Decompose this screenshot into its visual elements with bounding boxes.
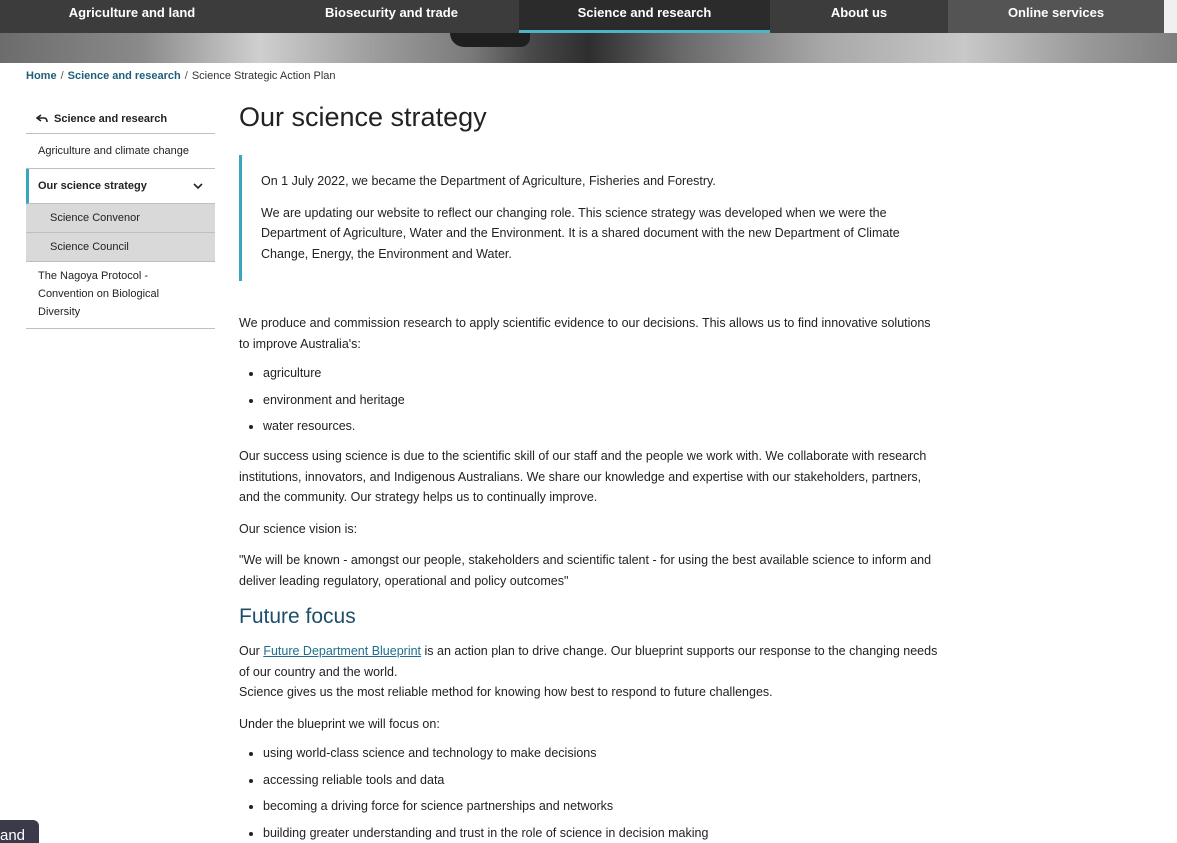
- success-paragraph: Our success using science is due to the …: [239, 449, 927, 504]
- intro-paragraph: We produce and commission research to ap…: [239, 316, 931, 351]
- sidebar-item-label: Our science strategy: [38, 180, 147, 192]
- sidebar-subitem-science-council[interactable]: Science Council: [26, 233, 215, 262]
- list-item: building greater understanding and trust…: [263, 825, 941, 842]
- notice-callout: On 1 July 2022, we became the Department…: [239, 155, 941, 281]
- section-heading-future-focus: Future focus: [239, 605, 356, 628]
- banner-soil-detail: [450, 33, 530, 47]
- breadcrumb: Home / Science and research / Science St…: [26, 70, 336, 82]
- nav-about-us[interactable]: About us: [770, 0, 948, 33]
- callout-text: We are updating our website to reflect o…: [261, 205, 900, 261]
- sidebar-navigation: Science and research Agriculture and cli…: [26, 104, 215, 329]
- back-arrow-icon: [36, 113, 48, 122]
- breadcrumb-separator: /: [60, 70, 64, 82]
- vision-quote: "We will be known - amongst our people, …: [239, 553, 932, 588]
- nav-online-services[interactable]: Online services: [948, 0, 1164, 33]
- floating-feedback-tab[interactable]: and: [0, 820, 39, 843]
- callout-text: On 1 July 2022, we became the Department…: [261, 174, 716, 188]
- nav-agriculture-and-land[interactable]: Agriculture and land: [0, 0, 264, 33]
- improve-list: agriculture environment and heritage wat…: [239, 365, 941, 435]
- list-item: water resources.: [263, 418, 941, 435]
- future-text-prefix: Our: [239, 644, 264, 658]
- scrollbar[interactable]: [1164, 0, 1177, 33]
- hero-banner-image: [0, 33, 1177, 63]
- focus-intro: Under the blueprint we will focus on:: [239, 716, 440, 731]
- list-item: environment and heritage: [263, 392, 941, 409]
- sidebar-back-link[interactable]: Science and research: [26, 104, 215, 134]
- sidebar-item-agriculture-climate-change[interactable]: Agriculture and climate change: [26, 134, 215, 169]
- breadcrumb-separator: /: [184, 70, 188, 82]
- future-department-blueprint-link[interactable]: Future Department Blueprint: [263, 644, 421, 658]
- sidebar-back-label: Science and research: [54, 112, 168, 125]
- sidebar-item-our-science-strategy[interactable]: Our science strategy: [26, 169, 215, 204]
- breadcrumb-home-link[interactable]: Home: [26, 70, 57, 82]
- breadcrumb-section-link[interactable]: Science and research: [68, 70, 181, 82]
- list-item: using world-class science and technology…: [263, 745, 941, 762]
- chevron-down-icon[interactable]: [193, 182, 203, 190]
- vision-intro: Our science vision is:: [239, 521, 358, 536]
- breadcrumb-current: Science Strategic Action Plan: [191, 70, 336, 82]
- sidebar-item-nagoya-protocol[interactable]: The Nagoya Protocol - Convention on Biol…: [26, 262, 215, 329]
- sidebar-subitem-science-convenor[interactable]: Science Convenor: [26, 204, 215, 233]
- nav-science-and-research[interactable]: Science and research: [519, 0, 770, 33]
- main-content: Our science strategy On 1 July 2022, we …: [239, 100, 941, 843]
- list-item: agriculture: [263, 365, 941, 382]
- list-item: accessing reliable tools and data: [263, 772, 941, 789]
- future-paragraph: Our Future Department Blueprint is an ac…: [239, 641, 941, 703]
- focus-list: using world-class science and technology…: [239, 745, 941, 842]
- top-navigation: Agriculture and land Biosecurity and tra…: [0, 0, 1164, 33]
- nav-biosecurity-and-trade[interactable]: Biosecurity and trade: [264, 0, 519, 33]
- list-item: becoming a driving force for science par…: [263, 798, 941, 815]
- page-title: Our science strategy: [239, 102, 487, 132]
- future-text-line2: Science gives us the most reliable metho…: [239, 685, 773, 699]
